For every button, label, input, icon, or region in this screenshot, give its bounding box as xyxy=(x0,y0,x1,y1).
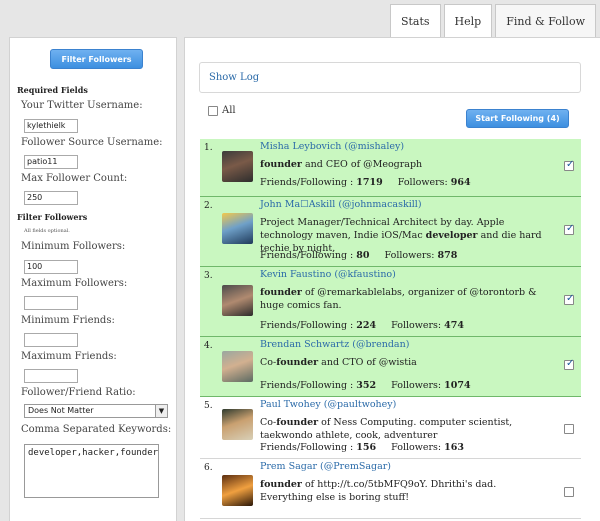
followers-label: Followers: xyxy=(391,442,445,453)
follow-checkbox[interactable] xyxy=(564,223,574,235)
friends-label: Friends/Following : xyxy=(260,442,357,453)
user-name-link[interactable]: Prem Sagar (@PremSagar) xyxy=(260,461,391,472)
followers-label: Followers: xyxy=(384,250,438,261)
followers-label: Followers: xyxy=(391,320,445,331)
chevron-down-icon[interactable]: ▼ xyxy=(155,405,167,417)
avatar[interactable] xyxy=(222,351,253,382)
user-bio: founder of http://t.co/5tbMFQ9oY. Dhrith… xyxy=(260,479,497,503)
tab-bar: Stats Help Find & Follow xyxy=(387,4,596,37)
friends-count: 1719 xyxy=(356,177,383,188)
follow-checkbox[interactable] xyxy=(564,487,574,497)
friends-count: 352 xyxy=(356,380,377,391)
avatar[interactable] xyxy=(222,475,253,506)
filter-followers-heading: Filter Followers xyxy=(17,212,88,222)
user-stats: Friends/Following : 156 Followers: 163 xyxy=(260,442,464,453)
user-stats: Friends/Following : 352 Followers: 1074 xyxy=(260,380,471,391)
followers-count: 1074 xyxy=(444,380,471,391)
row-number: 4. xyxy=(204,341,213,351)
user-name-link[interactable]: Misha Leybovich (@mishaley) xyxy=(260,141,404,152)
row-number: 1. xyxy=(204,143,213,153)
user-row: 1. Misha Leybovich (@mishaley) founder a… xyxy=(200,139,581,197)
filter-followers-button[interactable]: Filter Followers xyxy=(50,49,143,69)
ratio-select-value: Does Not Matter xyxy=(28,406,94,415)
followers-count: 878 xyxy=(437,250,458,261)
user-row: 2. John Ma☐Askill (@johnmacaskill) Proje… xyxy=(200,197,581,267)
ratio-select[interactable]: Does Not Matter ▼ xyxy=(24,404,168,418)
row-number: 2. xyxy=(204,201,213,211)
keywords-textarea[interactable]: developer,hacker,founder xyxy=(24,444,159,498)
select-all-checkbox[interactable] xyxy=(208,105,218,116)
max-friends-label: Maximum Friends: xyxy=(21,351,117,362)
ratio-label: Follower/Friend Ratio: xyxy=(21,387,136,398)
follow-checkbox[interactable] xyxy=(564,159,574,171)
source-username-label: Follower Source Username: xyxy=(21,137,163,148)
required-fields-heading: Required Fields xyxy=(17,85,88,95)
max-followers-label: Maximum Followers: xyxy=(21,278,128,289)
user-stats: Friends/Following : 224 Followers: 474 xyxy=(260,320,464,331)
filter-sidebar: Filter Followers Required Fields Your Tw… xyxy=(9,37,177,521)
source-username-input[interactable]: patio11 xyxy=(24,155,78,169)
tab-stats[interactable]: Stats xyxy=(389,4,441,37)
min-friends-input[interactable] xyxy=(24,333,78,347)
user-stats: Friends/Following : 1719 Followers: 964 xyxy=(260,177,471,188)
friends-label: Friends/Following : xyxy=(260,250,357,261)
followers-label: Followers: xyxy=(397,177,451,188)
min-followers-label: Minimum Followers: xyxy=(21,241,126,252)
friends-count: 224 xyxy=(356,320,377,331)
user-name-link[interactable]: Kevin Faustino (@kfaustino) xyxy=(260,269,396,280)
avatar[interactable] xyxy=(222,151,253,182)
main-panel: Show Log All Start Following (4) 1. Mish… xyxy=(184,37,600,521)
friends-count: 80 xyxy=(356,250,370,261)
follow-checkbox[interactable] xyxy=(564,293,574,305)
optional-note: All fields optional. xyxy=(24,228,70,234)
select-all-label: All xyxy=(222,105,236,116)
followers-count: 474 xyxy=(444,320,464,331)
user-name-link[interactable]: John Ma☐Askill (@johnmacaskill) xyxy=(260,199,422,210)
friends-label: Friends/Following : xyxy=(260,380,357,391)
followers-label: Followers: xyxy=(391,380,445,391)
follow-checkbox[interactable] xyxy=(564,358,574,370)
followers-count: 964 xyxy=(450,177,471,188)
user-bio: Co-founder of Ness Computing. computer s… xyxy=(260,417,513,441)
max-follower-count-input[interactable]: 250 xyxy=(24,191,78,205)
max-followers-input[interactable] xyxy=(24,296,78,310)
avatar[interactable] xyxy=(222,409,253,440)
user-bio: founder of @remarkablelabs, organizer of… xyxy=(260,287,537,311)
followers-count: 163 xyxy=(444,442,464,453)
user-list: 1. Misha Leybovich (@mishaley) founder a… xyxy=(200,139,581,519)
user-row: 5. Paul Twohey (@paultwohey) Co-founder … xyxy=(200,397,581,459)
user-row: 3. Kevin Faustino (@kfaustino) founder o… xyxy=(200,267,581,337)
tab-help[interactable]: Help xyxy=(443,4,493,37)
keywords-label: Comma Separated Keywords: xyxy=(21,424,172,435)
twitter-username-label: Your Twitter Username: xyxy=(21,100,143,111)
min-friends-label: Minimum Friends: xyxy=(21,315,115,326)
user-row: 6. Prem Sagar (@PremSagar) founder of ht… xyxy=(200,459,581,519)
twitter-username-input[interactable]: kylethielk xyxy=(24,119,78,133)
user-name-link[interactable]: Paul Twohey (@paultwohey) xyxy=(260,399,396,410)
select-all[interactable]: All xyxy=(208,105,236,116)
friends-label: Friends/Following : xyxy=(260,177,357,188)
follow-checkbox[interactable] xyxy=(564,424,574,434)
min-followers-input[interactable]: 100 xyxy=(24,260,78,274)
friends-count: 156 xyxy=(356,442,377,453)
max-follower-count-label: Max Follower Count: xyxy=(21,173,128,184)
tab-find-follow[interactable]: Find & Follow xyxy=(495,4,596,37)
user-bio: founder and CEO of @Meograph xyxy=(260,159,423,170)
row-number: 5. xyxy=(204,401,213,411)
max-friends-input[interactable] xyxy=(24,369,78,383)
row-number: 6. xyxy=(204,463,213,473)
friends-label: Friends/Following : xyxy=(260,320,357,331)
user-stats: Friends/Following : 80 Followers: 878 xyxy=(260,250,457,261)
show-log-link[interactable]: Show Log xyxy=(199,62,581,93)
row-number: 3. xyxy=(204,271,213,281)
avatar[interactable] xyxy=(222,285,253,316)
start-following-button[interactable]: Start Following (4) xyxy=(466,109,569,128)
user-row: 4. Brendan Schwartz (@brendan) Co-founde… xyxy=(200,337,581,397)
avatar[interactable] xyxy=(222,213,253,244)
user-bio: Co-founder and CTO of @wistia xyxy=(260,357,417,368)
user-name-link[interactable]: Brendan Schwartz (@brendan) xyxy=(260,339,409,350)
